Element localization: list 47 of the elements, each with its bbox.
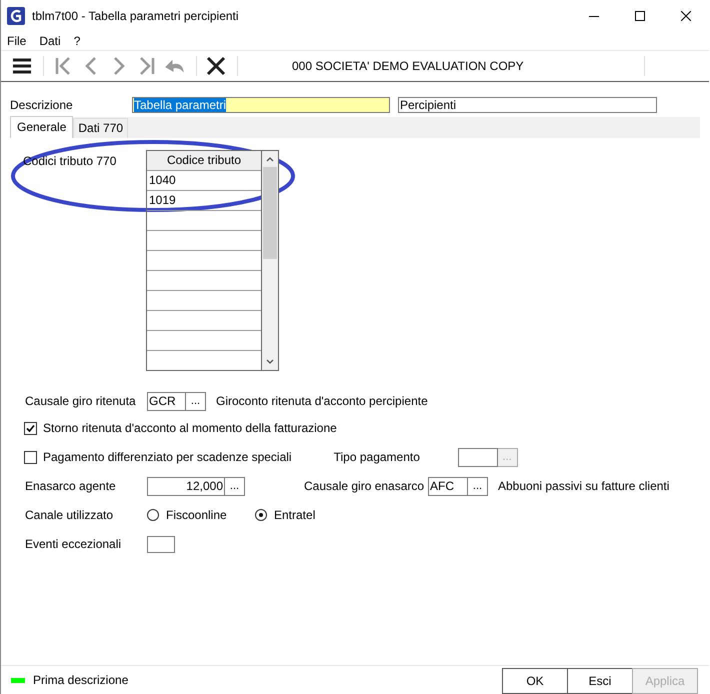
close-icon[interactable] bbox=[681, 11, 691, 21]
browse-button[interactable]: ... bbox=[468, 476, 488, 496]
browse-button[interactable]: ... bbox=[225, 476, 245, 496]
checkbox[interactable] bbox=[24, 422, 37, 434]
menu-item[interactable]: Dati bbox=[39, 34, 61, 48]
dialog-button[interactable]: Esci bbox=[567, 668, 633, 694]
input-field[interactable] bbox=[147, 536, 175, 552]
maximize-icon[interactable] bbox=[635, 11, 645, 21]
tab[interactable]: Generale bbox=[10, 116, 74, 138]
window-title: tblm7t00 - Tabella parametri percipienti bbox=[32, 9, 240, 23]
field-label: Descrizione bbox=[10, 98, 74, 112]
input-field[interactable]: GCR bbox=[147, 392, 186, 410]
input-field[interactable] bbox=[458, 448, 498, 466]
field-label: Tipo pagamento bbox=[334, 450, 421, 464]
menu-item[interactable]: ? bbox=[74, 34, 80, 48]
dialog-button[interactable]: OK bbox=[502, 668, 568, 694]
browse-button[interactable]: ... bbox=[186, 392, 206, 410]
field-label: Causale giro ritenuta bbox=[25, 394, 137, 408]
input-field[interactable]: AFC bbox=[428, 476, 468, 496]
field-label: Causale giro enasarco bbox=[304, 479, 426, 493]
field-label: Canale utilizzato bbox=[25, 508, 114, 522]
app-icon bbox=[7, 7, 25, 25]
close-icon[interactable] bbox=[205, 55, 227, 77]
field-label: Enasarco agente bbox=[25, 479, 117, 493]
menu-item[interactable]: File bbox=[7, 34, 26, 48]
field-label: Eventi eccezionali bbox=[25, 537, 122, 551]
description-field[interactable]: Tabella parametri bbox=[132, 97, 390, 113]
table-cell[interactable]: 1040 bbox=[147, 171, 261, 191]
input-field[interactable]: 12,000 bbox=[147, 476, 225, 496]
checkbox[interactable] bbox=[24, 450, 37, 464]
scrollbar[interactable] bbox=[262, 151, 278, 370]
status-text: Prima descrizione bbox=[33, 673, 130, 687]
radio-button[interactable] bbox=[255, 509, 267, 521]
column-header: Codice tributo bbox=[147, 151, 261, 171]
check-icon bbox=[26, 424, 35, 432]
radio-label: Fiscoonline bbox=[166, 508, 227, 522]
checkbox-label: Pagamento differenziato per scadenze speciali bbox=[43, 450, 292, 464]
checkbox-label: Storno ritenuta d'acconto al momento della fatturazione bbox=[43, 421, 337, 435]
field-description: Abbuoni passivi su fatture clienti bbox=[498, 479, 670, 493]
tab[interactable]: Dati 770 bbox=[73, 118, 128, 138]
radio-label: Entratel bbox=[274, 508, 316, 522]
radio-button[interactable] bbox=[147, 509, 159, 521]
company-name: 000 SOCIETA' DEMO EVALUATION COPY bbox=[292, 59, 524, 73]
description-field[interactable]: Percipienti bbox=[398, 97, 657, 113]
table-cell[interactable]: 1019 bbox=[147, 191, 261, 211]
scroll-thumb[interactable] bbox=[263, 167, 277, 259]
field-description: Giroconto ritenuta d'acconto percipiente bbox=[216, 394, 428, 408]
